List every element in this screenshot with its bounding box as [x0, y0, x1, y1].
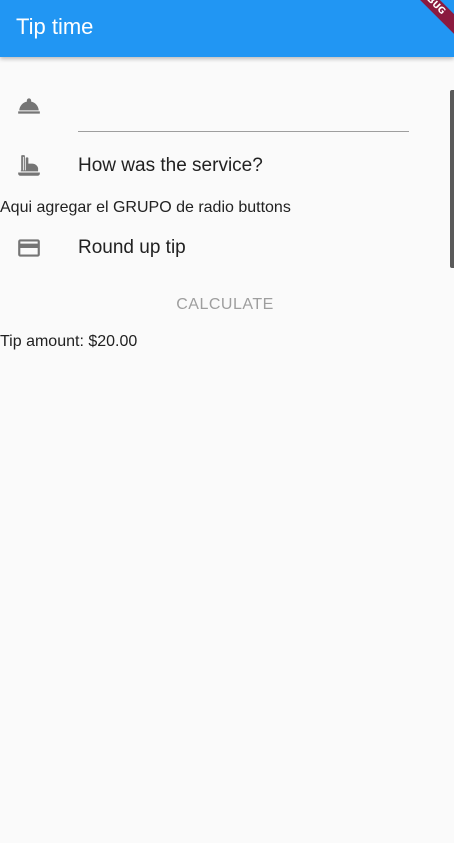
tip-amount-text: Tip amount: $20.00: [0, 333, 138, 350]
radio-group-placeholder-text: Aqui agregar el GRUPO de radio buttons: [0, 199, 291, 216]
round-up-tip-label: Round up tip: [78, 237, 186, 258]
app-bar: Tip time: [0, 0, 454, 57]
room-service-icon: [18, 98, 40, 114]
calculate-button[interactable]: CALCULATE: [165, 288, 285, 322]
app-title: Tip time: [16, 14, 94, 39]
dinner-dining-icon: [18, 155, 40, 176]
credit-card-icon: [18, 239, 40, 257]
scrollbar[interactable]: [450, 90, 454, 268]
service-question-label: How was the service?: [78, 155, 263, 176]
cost-of-service-input[interactable]: [78, 90, 409, 132]
